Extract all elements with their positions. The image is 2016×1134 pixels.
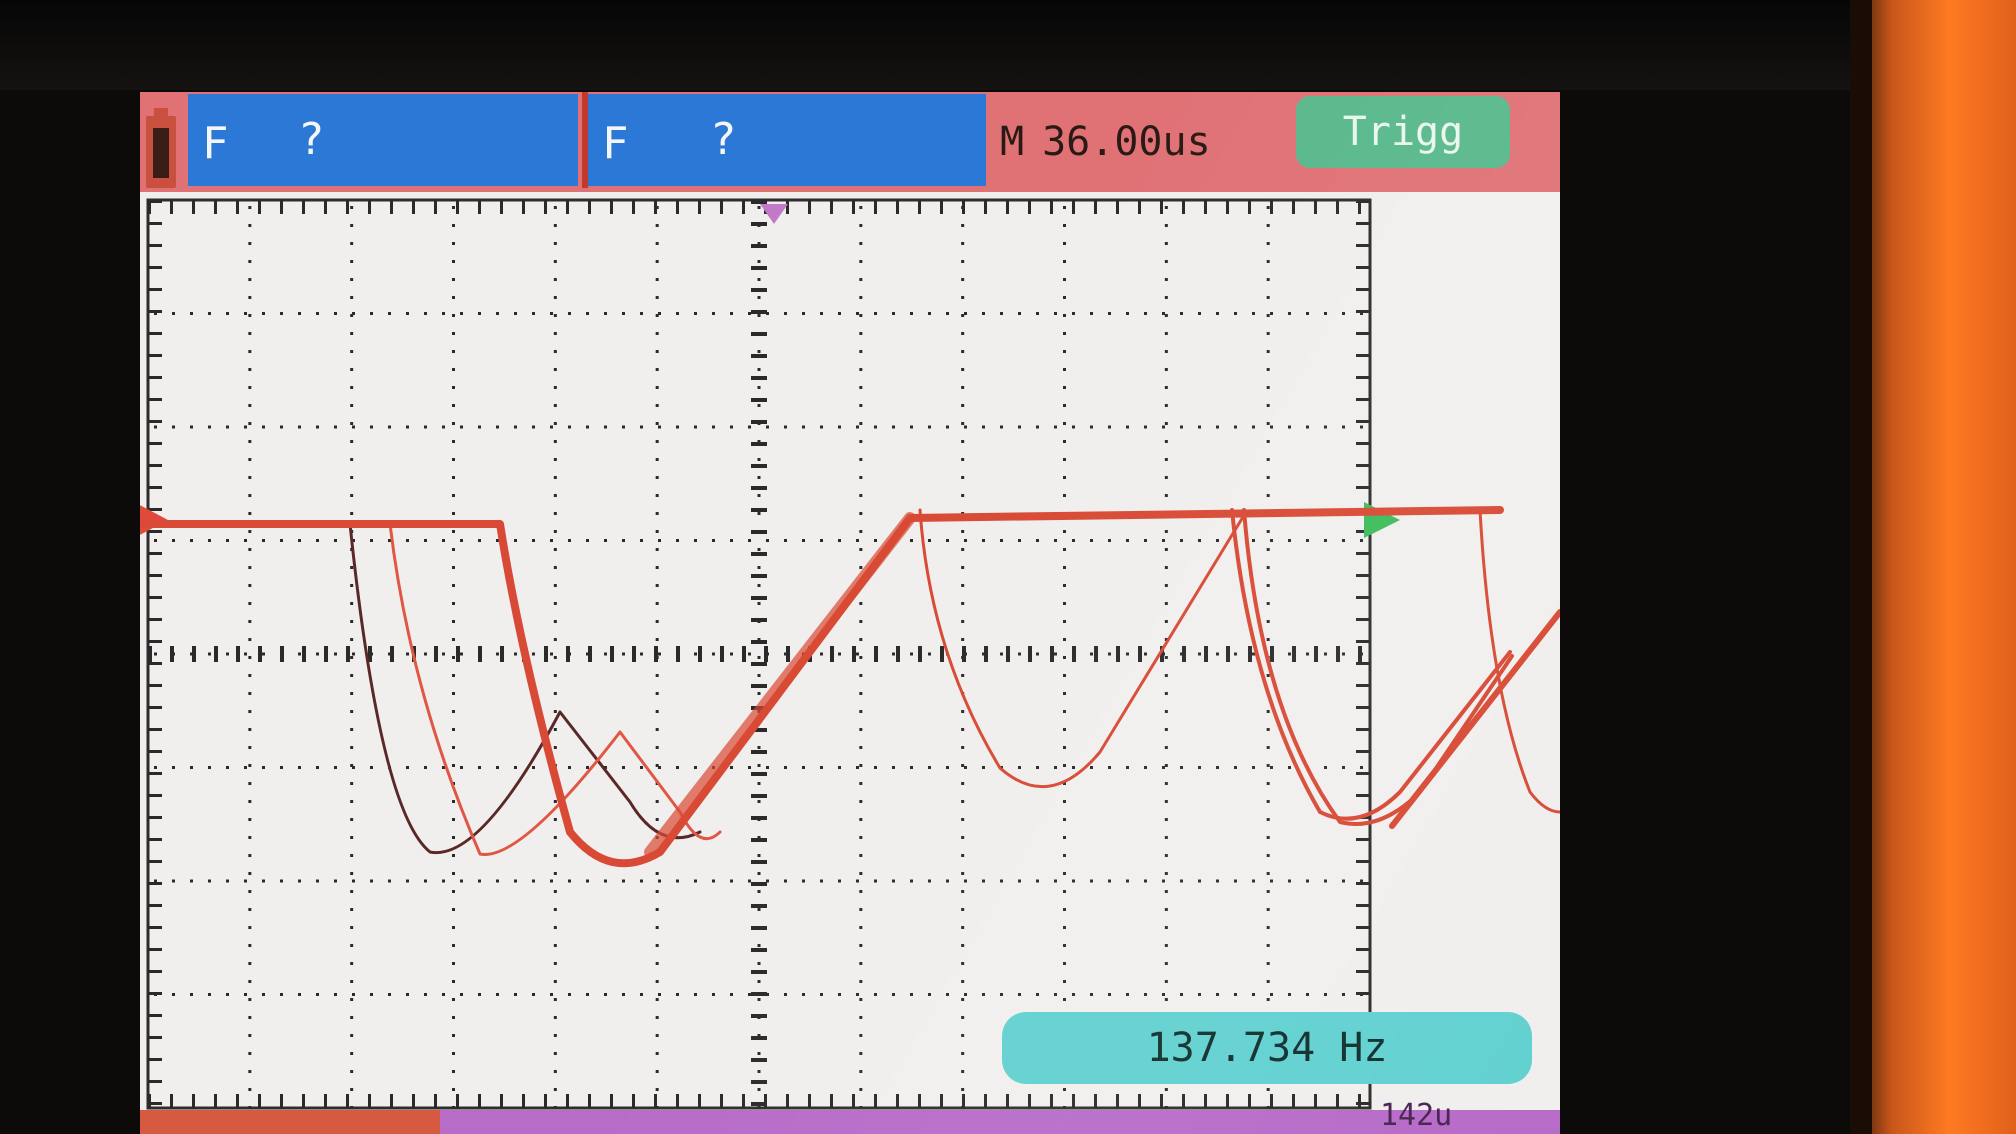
menu-bar-partial-text: 142u — [1380, 1098, 1453, 1133]
trace-pulse-1 — [918, 508, 1248, 789]
ch2-ground-marker-icon — [1364, 502, 1400, 538]
grid-lines — [148, 200, 1370, 1109]
waveform-display — [140, 198, 1560, 1110]
device-bezel — [0, 0, 1850, 90]
trace-ramp-right — [1389, 609, 1560, 829]
device-case — [1850, 0, 2016, 1134]
trace-pulse-3 — [1242, 508, 1514, 826]
menu-bar: 142u — [140, 1098, 1560, 1134]
trace-main — [140, 506, 1504, 868]
waveform-traces — [140, 506, 1560, 868]
frequency-readout[interactable]: 137.734 Hz — [1002, 1012, 1532, 1084]
trace-dark — [140, 522, 702, 855]
oscilloscope-screen: F ? F ? M 36.00us Trigg 137.734 Hz 142u — [140, 92, 1560, 1134]
trace-main-ramp — [644, 512, 916, 858]
